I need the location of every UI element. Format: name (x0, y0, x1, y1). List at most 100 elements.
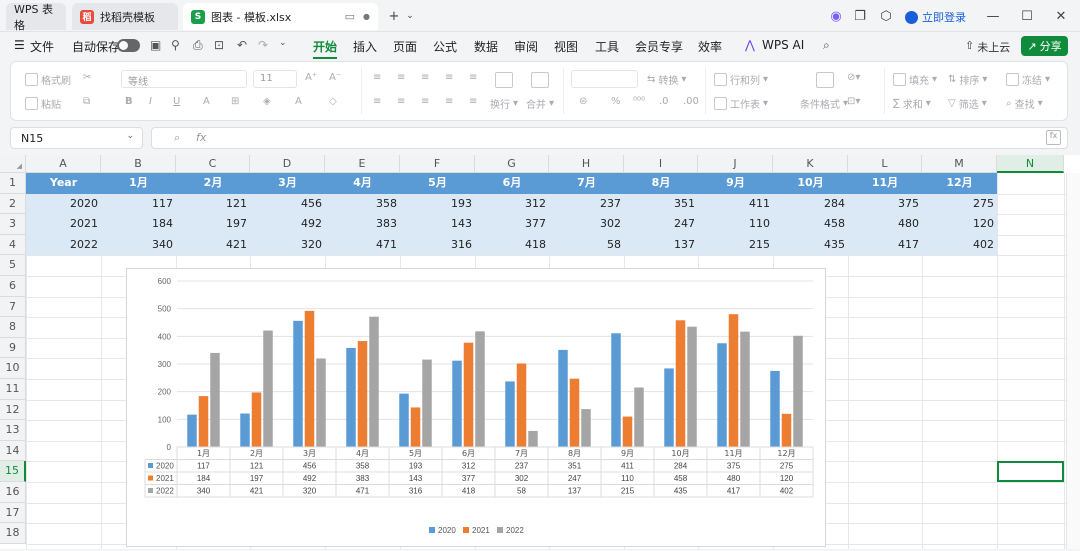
table-header-cell[interactable]: 4月 (325, 173, 400, 194)
row-header[interactable]: 18 (0, 523, 26, 544)
row-header[interactable]: 5 (0, 255, 26, 276)
paste-button[interactable]: 粘贴 (25, 96, 61, 111)
table-cell[interactable]: 316 (400, 235, 475, 256)
column-header[interactable]: D (250, 155, 325, 173)
window-icon[interactable]: ❐ (850, 6, 870, 26)
column-header[interactable]: B (101, 155, 176, 173)
menu-member[interactable]: 会员专享 (635, 38, 683, 55)
table-cell[interactable]: 215 (698, 235, 773, 256)
decimal-decrease-icon[interactable]: .00 (683, 96, 699, 107)
chevron-down-icon[interactable]: ⌄ (400, 6, 420, 26)
column-header[interactable]: J (698, 155, 773, 173)
wrap-big-icon[interactable] (495, 72, 513, 88)
table-cell[interactable]: 458 (773, 214, 848, 235)
outdent-icon[interactable]: ≡ (469, 72, 477, 83)
table-cell[interactable]: 418 (475, 235, 549, 256)
font-color-icon[interactable]: A (295, 96, 302, 107)
selected-cell[interactable] (997, 461, 1064, 482)
table-cell[interactable]: 2020 (26, 194, 101, 215)
column-header[interactable]: H (549, 155, 624, 173)
ai-icon[interactable]: ◉ (826, 6, 846, 26)
worksheet-button[interactable]: 工作表 ▾ (714, 96, 768, 111)
table-cell[interactable]: 237 (549, 194, 624, 215)
bar-chart[interactable]: 0 100 200 300 400 500 600 1月 2月 3月 4月 5月 6月 7月 8月 9月 10月… (126, 268, 826, 547)
font-decrease-icon[interactable]: A⁻ (329, 72, 341, 83)
sort-button[interactable]: ⇅ 排序 ▾ (948, 72, 987, 87)
menu-data[interactable]: 数据 (474, 38, 498, 55)
table-cell[interactable]: 383 (325, 214, 400, 235)
row-header[interactable]: 15 (0, 461, 26, 482)
table-style-icon[interactable]: ⊡▾ (847, 96, 860, 107)
row-header[interactable]: 1 (0, 173, 26, 194)
table-header-cell[interactable]: 3月 (250, 173, 325, 194)
table-cell[interactable]: 58 (549, 235, 624, 256)
bold-icon[interactable]: B (125, 96, 133, 107)
convert-button[interactable]: ⇆ 转换 ▾ (647, 72, 686, 87)
select-all-corner[interactable]: ◢ (0, 155, 26, 173)
fill-button[interactable]: 填充 ▾ (893, 72, 937, 87)
distribute-icon[interactable]: ≡ (469, 96, 477, 107)
table-cell[interactable]: 421 (176, 235, 250, 256)
align-middle-icon[interactable]: ≡ (397, 72, 405, 83)
menu-icon[interactable]: ☰ (14, 38, 25, 52)
zoom-icon[interactable]: ⌕ (174, 131, 180, 145)
menu-start[interactable]: 开始 (313, 38, 338, 59)
table-cell[interactable]: 492 (250, 214, 325, 235)
cond-format-big-icon[interactable] (816, 72, 834, 88)
row-header[interactable]: 16 (0, 482, 26, 503)
row-header[interactable]: 9 (0, 337, 26, 359)
menu-review[interactable]: 审阅 (514, 38, 538, 55)
login-button[interactable]: 立即登录 (905, 9, 966, 25)
table-header-cell[interactable]: 6月 (475, 173, 549, 194)
table-cell[interactable]: 121 (176, 194, 250, 215)
menu-page[interactable]: 页面 (393, 38, 417, 55)
row-header[interactable]: 10 (0, 358, 26, 379)
table-cell[interactable]: 358 (325, 194, 400, 215)
menu-insert[interactable]: 插入 (353, 38, 377, 55)
cube-icon[interactable]: ⬡ (876, 6, 896, 26)
align-top-icon[interactable]: ≡ (373, 72, 381, 83)
table-header-cell[interactable]: Year (26, 173, 101, 194)
expand-formula-icon[interactable]: fx (1046, 130, 1061, 145)
tab-monitor-icon[interactable]: ▭ (345, 10, 355, 23)
tab-wps-home[interactable]: WPS 表格 (6, 3, 66, 32)
menu-file[interactable]: 文件 (30, 38, 54, 55)
maximize-icon[interactable]: ☐ (1017, 6, 1037, 26)
justify-icon[interactable]: ≡ (445, 96, 453, 107)
row-header[interactable]: 4 (0, 234, 26, 256)
freeze-button[interactable]: 冻结 ▾ (1006, 72, 1050, 87)
column-header[interactable]: N (997, 155, 1064, 173)
table-cell[interactable]: 110 (698, 214, 773, 235)
font-select[interactable]: 等线 (121, 70, 247, 88)
column-header[interactable]: M (922, 155, 997, 173)
column-header[interactable]: C (176, 155, 250, 173)
more-chevron-icon[interactable]: ⌄ (279, 38, 287, 48)
font-size-select[interactable]: 11 (253, 70, 297, 88)
column-header[interactable]: I (624, 155, 698, 173)
clear-icon[interactable]: ◇ (329, 96, 337, 107)
menu-efficiency[interactable]: 效率 (698, 38, 722, 55)
formula-input[interactable]: ⌕ fx fx (151, 127, 1068, 149)
row-header[interactable]: 7 (0, 296, 26, 318)
name-box[interactable]: N15 ⌄ (10, 127, 143, 149)
filter-button[interactable]: ▽ 筛选 ▾ (948, 96, 987, 111)
row-header[interactable]: 8 (0, 317, 26, 338)
align-right-icon[interactable]: ≡ (421, 96, 429, 107)
row-header[interactable]: 12 (0, 399, 26, 421)
merge-button[interactable]: 合并 ▾ (526, 96, 554, 111)
sum-button[interactable]: ∑ 求和 ▾ (893, 96, 931, 111)
percent-icon[interactable]: % (611, 96, 621, 107)
table-cell[interactable]: 435 (773, 235, 848, 256)
share-button[interactable]: ↗ 分享 (1021, 36, 1068, 56)
cloud-status[interactable]: ⇧ 未上云 (965, 39, 1010, 55)
table-cell[interactable]: 302 (549, 214, 624, 235)
table-cell[interactable]: 143 (400, 214, 475, 235)
table-cell[interactable]: 480 (848, 214, 922, 235)
thousands-icon[interactable]: ⁰⁰⁰ (633, 96, 645, 107)
align-bottom-icon[interactable]: ≡ (421, 72, 429, 83)
table-cell[interactable]: 137 (624, 235, 698, 256)
table-cell[interactable]: 320 (250, 235, 325, 256)
table-cell[interactable]: 340 (101, 235, 176, 256)
autosave-toggle[interactable] (117, 39, 140, 52)
column-header[interactable]: E (325, 155, 400, 173)
